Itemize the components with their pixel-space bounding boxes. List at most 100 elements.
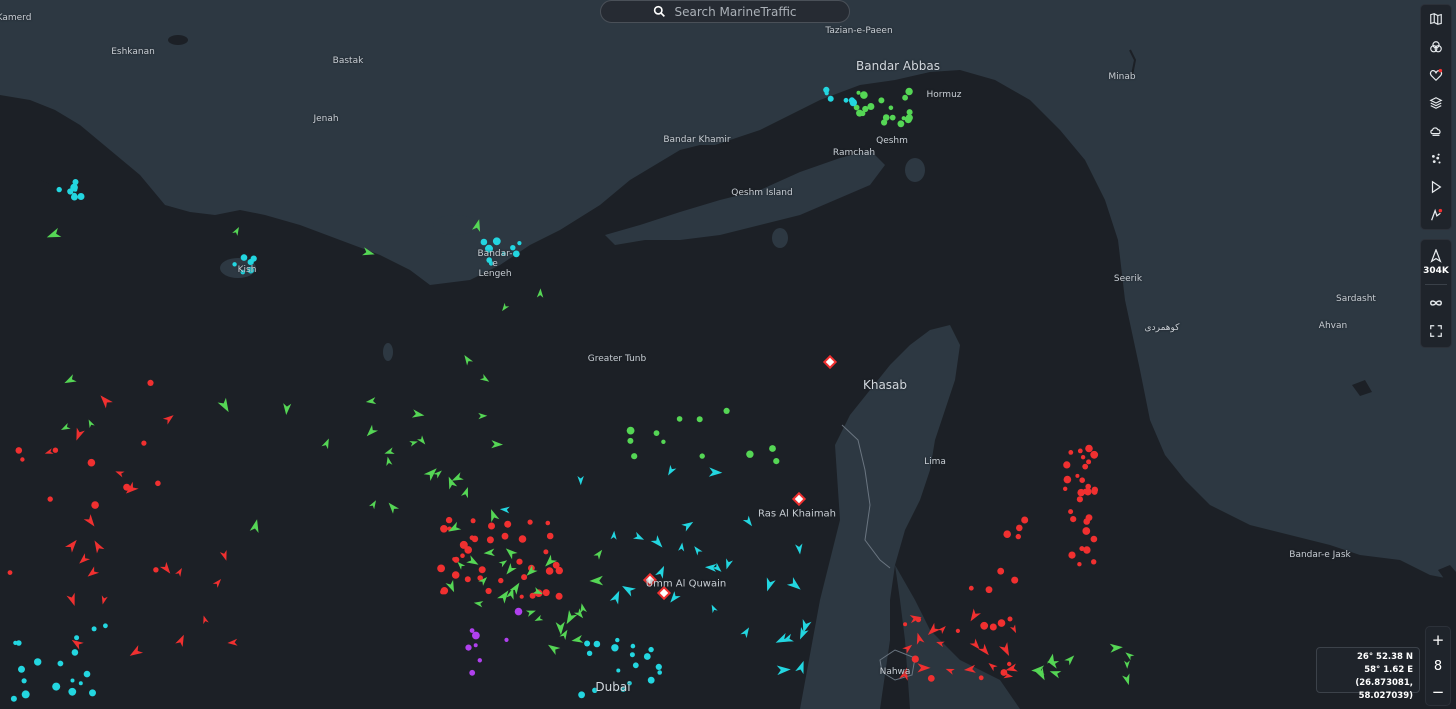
vessel-dot[interactable] <box>769 445 776 452</box>
vessel-dot[interactable] <box>545 520 551 526</box>
vessel-dot[interactable] <box>1077 562 1082 567</box>
vessel-dot[interactable] <box>1007 661 1012 667</box>
vessel-dot[interactable] <box>586 650 593 656</box>
vessel-dot[interactable] <box>91 626 97 632</box>
vessel-dot[interactable] <box>856 109 864 117</box>
vessel-dot[interactable] <box>103 623 108 629</box>
vessel-dot[interactable] <box>71 193 78 201</box>
search-bar[interactable]: Search MarineTraffic <box>600 0 850 23</box>
vessel-dot[interactable] <box>1086 459 1092 465</box>
vessel-dot[interactable] <box>978 675 984 681</box>
vessel-dot[interactable] <box>517 241 522 246</box>
vessel-dot[interactable] <box>1075 473 1080 478</box>
vessel-dot[interactable] <box>518 535 527 543</box>
vessel-dot[interactable] <box>465 644 472 651</box>
vessel-dot[interactable] <box>471 535 479 543</box>
fullscreen-icon[interactable] <box>1421 317 1451 345</box>
vessel-dot[interactable] <box>626 426 635 435</box>
vessel-dot[interactable] <box>631 453 638 460</box>
vessel-dot[interactable] <box>477 658 482 663</box>
vessel-dot[interactable] <box>52 682 61 691</box>
vessel-dot[interactable] <box>1063 461 1071 469</box>
vessel-dot[interactable] <box>905 87 913 96</box>
vessel-dot[interactable] <box>57 660 64 667</box>
vessel-dot[interactable] <box>47 496 53 502</box>
vessel-dot[interactable] <box>486 536 494 544</box>
zoom-in-button[interactable]: + <box>1426 627 1450 653</box>
weather-icon[interactable] <box>1421 117 1451 145</box>
vessel-dot[interactable] <box>827 95 834 102</box>
vessel-dot[interactable] <box>514 607 523 616</box>
vessel-dot[interactable] <box>655 663 662 671</box>
vessel-dot[interactable] <box>1090 450 1099 459</box>
vessel-dot[interactable] <box>611 644 619 652</box>
vessel-dot[interactable] <box>70 678 75 683</box>
vessel-dot[interactable] <box>34 658 42 666</box>
vessel-dot[interactable] <box>578 691 585 699</box>
layers-icon[interactable] <box>1421 89 1451 117</box>
vessel-dot[interactable] <box>543 549 549 555</box>
vessel-dot[interactable] <box>1085 444 1093 453</box>
vessel-dot[interactable] <box>1021 516 1029 524</box>
density-icon[interactable] <box>1421 145 1451 173</box>
vessel-dot[interactable] <box>440 587 449 595</box>
vessel-dot[interactable] <box>91 501 99 509</box>
vessel-dot[interactable] <box>83 670 91 678</box>
vessel-dot[interactable] <box>1003 530 1011 538</box>
vessel-dot[interactable] <box>504 520 512 528</box>
vessel-dot[interactable] <box>856 90 861 95</box>
vessel-dot[interactable] <box>593 640 601 648</box>
vessel-dot[interactable] <box>881 119 888 126</box>
vessel-dot[interactable] <box>492 237 501 246</box>
vessel-dot[interactable] <box>1090 535 1098 543</box>
vessel-dot[interactable] <box>676 416 683 422</box>
vessel-dot[interactable] <box>21 690 30 699</box>
vessel-dot[interactable] <box>546 532 554 540</box>
vessel-dot[interactable] <box>437 564 445 573</box>
vessel-dot[interactable] <box>469 669 476 676</box>
vessel-dot[interactable] <box>989 623 997 631</box>
vessel-dot[interactable] <box>87 458 96 467</box>
vessel-dot[interactable] <box>1016 524 1023 532</box>
vessel-dot[interactable] <box>627 437 634 444</box>
vessel-dot[interactable] <box>904 116 912 124</box>
vessel-dot[interactable] <box>1011 576 1019 584</box>
vessel-dot[interactable] <box>849 98 857 107</box>
zoom-out-button[interactable]: − <box>1426 679 1450 705</box>
vessel-dot[interactable] <box>460 553 465 558</box>
vessel-dot[interactable] <box>147 379 154 386</box>
vessel-dot[interactable] <box>519 594 524 599</box>
vessel-dot[interactable] <box>71 649 79 656</box>
vessel-dot[interactable] <box>968 585 974 591</box>
vessel-dot[interactable] <box>480 238 488 246</box>
routes-icon[interactable] <box>1421 201 1451 229</box>
vessel-dot[interactable] <box>746 450 754 458</box>
vessel-dot[interactable] <box>906 109 913 116</box>
vessel-dot[interactable] <box>7 570 13 575</box>
vessel-dot[interactable] <box>867 103 875 110</box>
vessel-dot[interactable] <box>72 179 79 185</box>
vessel-dot[interactable] <box>21 678 27 684</box>
vessel-dot[interactable] <box>843 97 849 103</box>
vessel-dot[interactable] <box>888 105 894 111</box>
vessel-dot[interactable] <box>529 592 536 599</box>
vessel-dot[interactable] <box>469 628 475 633</box>
vessel-dot[interactable] <box>56 186 62 193</box>
vessel-dot[interactable] <box>155 480 161 487</box>
vessel-dot[interactable] <box>1007 616 1013 622</box>
vessel-dot[interactable] <box>1091 488 1098 495</box>
vessel-dot[interactable] <box>1082 463 1089 470</box>
vessel-dot[interactable] <box>1082 488 1089 495</box>
vessel-dot[interactable] <box>1068 551 1076 559</box>
vessel-dot[interactable] <box>1063 486 1068 491</box>
vessel-dot[interactable] <box>74 635 80 641</box>
vessel-dot[interactable] <box>985 586 993 594</box>
vessel-dot[interactable] <box>997 567 1005 575</box>
vessel-dot[interactable] <box>1063 475 1072 484</box>
vessel-dot[interactable] <box>470 518 476 524</box>
vessel-dot[interactable] <box>653 430 660 436</box>
vessel-dot[interactable] <box>1076 496 1083 503</box>
vessel-dot[interactable] <box>15 640 22 646</box>
vessel-dot[interactable] <box>630 643 636 649</box>
vessel-dot[interactable] <box>824 91 829 96</box>
